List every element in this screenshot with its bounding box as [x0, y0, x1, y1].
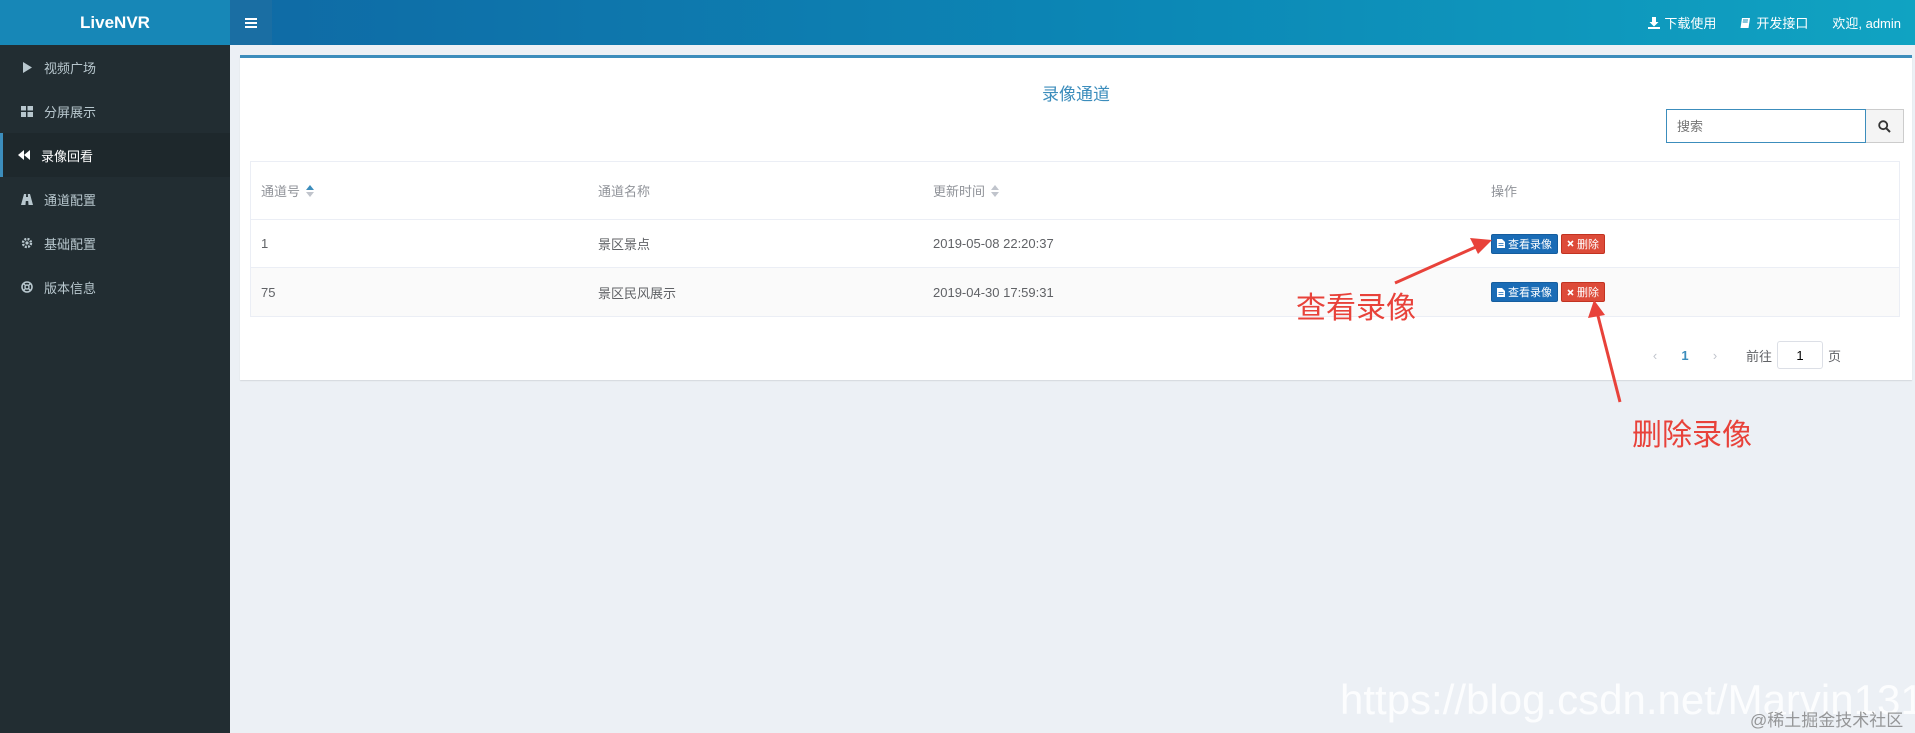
next-page-button[interactable]: › [1700, 348, 1730, 363]
lifebuoy-icon [20, 280, 34, 294]
sidebar-item-channel-config[interactable]: 通道配置 [0, 177, 230, 221]
api-link-label: 开发接口 [1756, 16, 1809, 31]
column-label: 通道名称 [598, 184, 651, 199]
cell-channel-id: 1 [261, 236, 269, 251]
table-header-row: 通道号 通道名称 更新时间 操作 [251, 162, 1899, 220]
cell-actions: 查看录像 删除 [1481, 220, 1899, 267]
backward-icon [17, 148, 31, 162]
view-recording-label: 查看录像 [1508, 287, 1552, 299]
channel-panel: 录像通道 通道号 通道名称 更新时间 操作 [240, 55, 1912, 380]
view-recording-button[interactable]: 查看录像 [1491, 282, 1558, 302]
sidebar-item-playback[interactable]: 录像回看 [0, 133, 230, 177]
download-link-label: 下载使用 [1664, 16, 1717, 31]
column-header-updated[interactable]: 更新时间 [923, 162, 1481, 219]
table-row: 75 景区民风展示 2019-04-30 17:59:31 查看录像 删除 [251, 268, 1899, 316]
goto-page-input[interactable] [1777, 341, 1824, 369]
road-icon [20, 192, 34, 206]
hamburger-icon [245, 17, 257, 28]
sidebar-item-label: 版本信息 [44, 280, 97, 296]
book-icon [1740, 17, 1751, 28]
page-title: 录像通道 [1042, 85, 1110, 104]
goto-label: 前往 [1746, 348, 1773, 364]
search-icon [1878, 119, 1891, 133]
close-icon [1567, 240, 1574, 247]
sidebar-item-version[interactable]: 版本信息 [0, 265, 230, 309]
delete-button[interactable]: 删除 [1561, 282, 1605, 302]
delete-label: 删除 [1577, 287, 1599, 299]
sidebar-item-split-screen[interactable]: 分屏展示 [0, 89, 230, 133]
sidebar-item-label: 通道配置 [44, 192, 97, 208]
sidebar-item-label: 分屏展示 [44, 104, 97, 120]
view-recording-label: 查看录像 [1508, 238, 1552, 251]
sort-caret-icon[interactable] [991, 184, 1000, 197]
delete-label: 删除 [1577, 238, 1599, 251]
column-header-channel-name: 通道名称 [588, 162, 923, 219]
cell-channel-name: 景区景点 [598, 237, 651, 252]
delete-button[interactable]: 删除 [1561, 233, 1605, 254]
column-header-actions: 操作 [1481, 162, 1899, 219]
column-label: 通道号 [261, 184, 301, 199]
grid-icon [20, 104, 34, 118]
sort-caret-icon[interactable] [306, 184, 315, 197]
search-input[interactable] [1666, 109, 1866, 143]
gear-icon [20, 236, 34, 250]
prev-page-button[interactable]: ‹ [1640, 348, 1670, 363]
file-icon [1497, 287, 1505, 297]
cell-channel-id: 75 [261, 284, 276, 300]
column-label: 更新时间 [933, 184, 986, 199]
sidebar-item-basic-config[interactable]: 基础配置 [0, 221, 230, 265]
view-recording-button[interactable]: 查看录像 [1491, 233, 1558, 254]
sidebar-item-label: 视频广场 [44, 60, 97, 76]
file-icon [1497, 239, 1505, 248]
watermark-credit: @稀土掘金技术社区 [1750, 711, 1904, 730]
channel-table: 通道号 通道名称 更新时间 操作 1 景区景点 2019-05-08 22:20… [250, 161, 1900, 317]
annotation-delete-text: 删除录像 [1632, 419, 1752, 452]
main-content: 录像通道 通道号 通道名称 更新时间 操作 [230, 45, 1915, 733]
pagination: ‹ 1 › 前往 页 [1640, 340, 1841, 370]
sidebar-item-label: 录像回看 [41, 148, 94, 164]
navbar-right: 下载使用 开发接口 欢迎, admin [1636, 0, 1915, 45]
column-label: 操作 [1491, 184, 1518, 199]
page-suffix-label: 页 [1828, 348, 1842, 364]
brand-logo[interactable]: LiveNVR [0, 0, 230, 45]
download-icon [1648, 16, 1661, 29]
annotation-view-text: 查看录像 [1296, 292, 1416, 325]
cell-actions: 查看录像 删除 [1481, 268, 1899, 316]
search-button[interactable] [1866, 109, 1904, 143]
user-menu[interactable]: 欢迎, admin [1820, 13, 1915, 32]
navbar: 下载使用 开发接口 欢迎, admin [230, 0, 1915, 45]
sidebar-item-video-square[interactable]: 视频广场 [0, 45, 230, 89]
search-group [1666, 109, 1904, 143]
download-link[interactable]: 下载使用 [1636, 13, 1728, 32]
sidebar-item-label: 基础配置 [44, 236, 97, 252]
sidebar-toggle-button[interactable] [230, 0, 272, 45]
api-link[interactable]: 开发接口 [1728, 13, 1820, 32]
close-icon [1567, 288, 1574, 296]
play-icon [20, 60, 34, 74]
column-header-channel-id[interactable]: 通道号 [251, 162, 588, 219]
sidebar: 视频广场 分屏展示 录像回看 通道配置 基础配置 版本信息 [0, 45, 230, 733]
cell-updated: 2019-05-08 22:20:37 [933, 236, 1054, 251]
top-header: LiveNVR 下载使用 开发接口 欢迎, admin [0, 0, 1915, 45]
cell-channel-name: 景区民风展示 [598, 285, 677, 301]
table-row: 1 景区景点 2019-05-08 22:20:37 查看录像 删除 [251, 220, 1899, 268]
user-greeting: 欢迎, admin [1832, 16, 1901, 31]
page-number[interactable]: 1 [1670, 348, 1700, 363]
